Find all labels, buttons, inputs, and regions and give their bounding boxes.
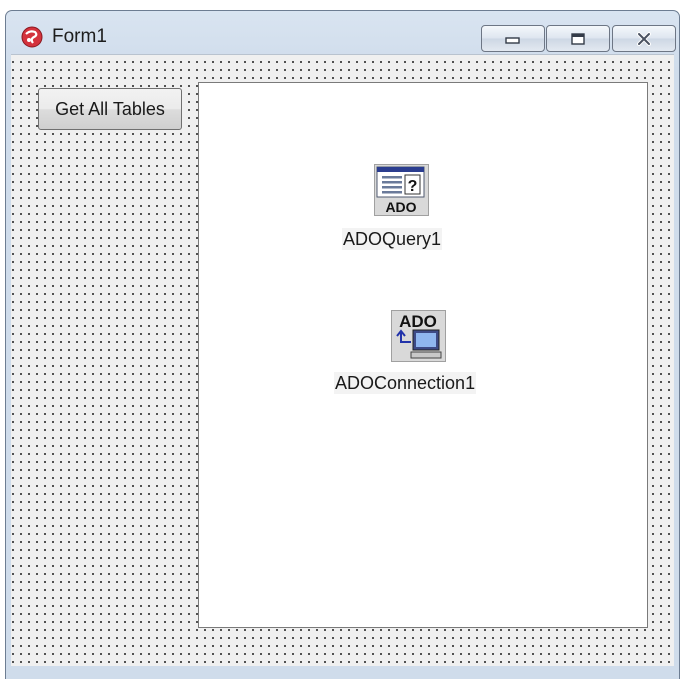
window-title: Form1: [52, 26, 107, 47]
adoconnection-label: ADOConnection1: [334, 372, 477, 394]
delphi-app-icon: [21, 26, 43, 48]
close-button[interactable]: [612, 25, 676, 52]
maximize-button[interactable]: [546, 25, 610, 52]
svg-text:?: ?: [408, 178, 418, 195]
ado-connection-icon[interactable]: ADO: [391, 310, 446, 362]
ado-connection-icon-text: ADO: [399, 312, 437, 331]
maximize-icon: [571, 32, 585, 45]
close-icon: [637, 31, 651, 46]
get-all-tables-button[interactable]: Get All Tables: [38, 88, 182, 130]
ado-query-icon[interactable]: ? ADO: [374, 164, 429, 216]
minimize-button[interactable]: [481, 25, 545, 52]
ado-query-icon-text: ADO: [385, 199, 416, 215]
minimize-icon: [505, 36, 520, 44]
adoquery-label: ADOQuery1: [342, 228, 443, 250]
